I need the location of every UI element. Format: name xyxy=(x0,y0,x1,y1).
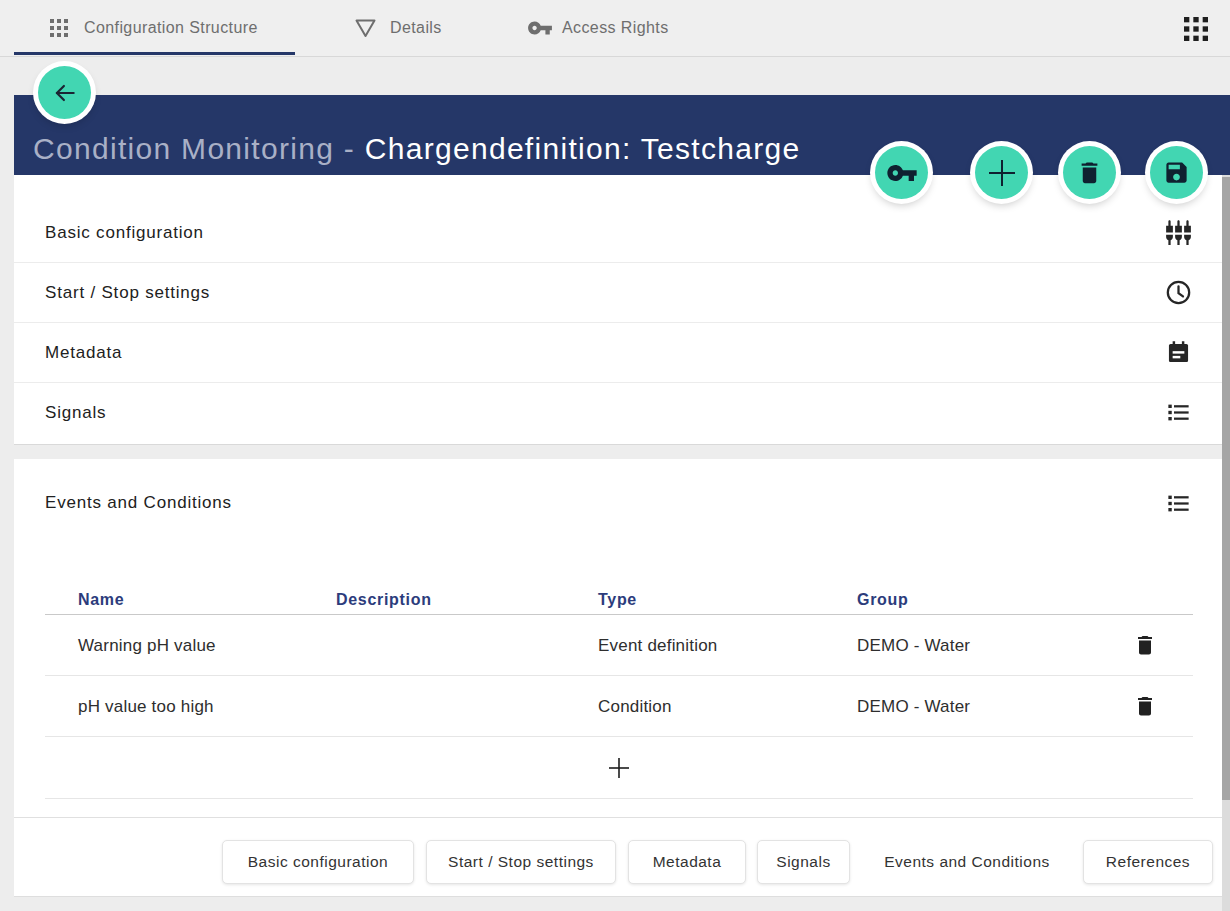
column-header-group: Group xyxy=(857,589,909,611)
tab-details[interactable]: Details xyxy=(355,0,442,56)
access-key-button[interactable] xyxy=(875,146,928,199)
column-header-description: Description xyxy=(336,589,432,611)
add-button[interactable] xyxy=(975,146,1028,199)
delete-button[interactable] xyxy=(1063,146,1116,199)
tab-label: Access Rights xyxy=(562,19,669,37)
events-and-conditions-card: Events and Conditions Name Description T… xyxy=(14,459,1222,897)
trash-icon[interactable] xyxy=(1133,694,1157,718)
scrollbar-thumb[interactable] xyxy=(1222,177,1230,800)
section-row-signals[interactable]: Signals xyxy=(14,383,1222,443)
footer-button-start-stop-settings[interactable]: Start / Stop settings xyxy=(426,840,616,884)
section-label: Basic configuration xyxy=(45,203,204,262)
events-table: Name Description Type Group Warning pH v… xyxy=(45,589,1193,799)
plus-icon xyxy=(988,159,1016,187)
cell-group: DEMO - Water xyxy=(857,615,970,676)
column-header-type: Type xyxy=(598,589,637,611)
button-label: Signals xyxy=(776,853,830,871)
cell-name: pH value too high xyxy=(78,676,214,737)
tab-label: Configuration Structure xyxy=(84,19,258,37)
section-row-metadata[interactable]: Metadata xyxy=(14,323,1222,383)
save-icon xyxy=(1163,159,1190,186)
footer-button-metadata[interactable]: Metadata xyxy=(628,840,746,884)
active-tab-indicator xyxy=(14,52,295,55)
button-label: Events and Conditions xyxy=(884,853,1050,871)
cell-name: Warning pH value xyxy=(78,615,216,676)
cell-group: DEMO - Water xyxy=(857,676,970,737)
back-button[interactable] xyxy=(38,66,91,119)
section-label: Start / Stop settings xyxy=(45,263,210,322)
grid-icon xyxy=(50,19,68,37)
button-label: References xyxy=(1106,853,1190,871)
footer-button-signals[interactable]: Signals xyxy=(757,840,850,884)
events-table-header: Name Description Type Group xyxy=(45,589,1193,615)
add-row-button[interactable] xyxy=(45,737,1193,799)
list-icon[interactable] xyxy=(1165,490,1192,517)
section-label: Signals xyxy=(45,383,106,442)
button-label: Basic configuration xyxy=(248,853,388,871)
apps-grid-icon[interactable] xyxy=(1184,17,1208,41)
calendar-icon xyxy=(1165,339,1192,366)
footer-button-references[interactable]: References xyxy=(1083,840,1213,884)
key-icon xyxy=(886,157,918,189)
key-icon xyxy=(527,15,553,41)
section-label: Metadata xyxy=(45,323,122,382)
column-header-name: Name xyxy=(78,589,124,611)
page-title-prefix: Condition Monitoring - xyxy=(33,132,365,165)
top-tab-bar: Configuration Structure Details Access R… xyxy=(0,0,1230,57)
configuration-sections-card: Basic configuration Start / Stop setting… xyxy=(14,175,1222,445)
component-sliders-icon xyxy=(1165,219,1192,246)
section-row-start-stop-settings[interactable]: Start / Stop settings xyxy=(14,263,1222,323)
clock-icon xyxy=(1165,279,1192,306)
button-label: Start / Stop settings xyxy=(448,853,594,871)
footer-divider xyxy=(14,817,1222,818)
list-icon xyxy=(1165,399,1192,426)
footer-button-events-and-conditions[interactable]: Events and Conditions xyxy=(862,840,1072,884)
section-row-basic-configuration[interactable]: Basic configuration xyxy=(14,203,1222,263)
tab-configuration-structure[interactable]: Configuration Structure xyxy=(50,0,258,56)
funnel-icon xyxy=(355,19,376,38)
tab-access-rights[interactable]: Access Rights xyxy=(527,0,669,56)
footer-button-basic-configuration[interactable]: Basic configuration xyxy=(222,840,414,884)
page-header: Condition Monitoring - Chargendefinition… xyxy=(14,95,1230,175)
events-section-title: Events and Conditions xyxy=(45,483,232,523)
page-title: Condition Monitoring - Chargendefinition… xyxy=(33,132,800,166)
table-row[interactable]: Warning pH value Event definition DEMO -… xyxy=(45,615,1193,676)
trash-icon[interactable] xyxy=(1133,633,1157,657)
button-label: Metadata xyxy=(653,853,722,871)
add-row xyxy=(45,737,1193,799)
save-button[interactable] xyxy=(1150,146,1203,199)
trash-icon xyxy=(1076,159,1103,186)
cell-type: Event definition xyxy=(598,615,717,676)
page-title-main: Chargendefinition: Testcharge xyxy=(365,132,801,165)
tab-label: Details xyxy=(390,19,442,37)
cell-type: Condition xyxy=(598,676,672,737)
arrow-left-icon xyxy=(52,80,78,106)
scrollbar-track[interactable] xyxy=(1222,175,1230,911)
table-row[interactable]: pH value too high Condition DEMO - Water xyxy=(45,676,1193,737)
